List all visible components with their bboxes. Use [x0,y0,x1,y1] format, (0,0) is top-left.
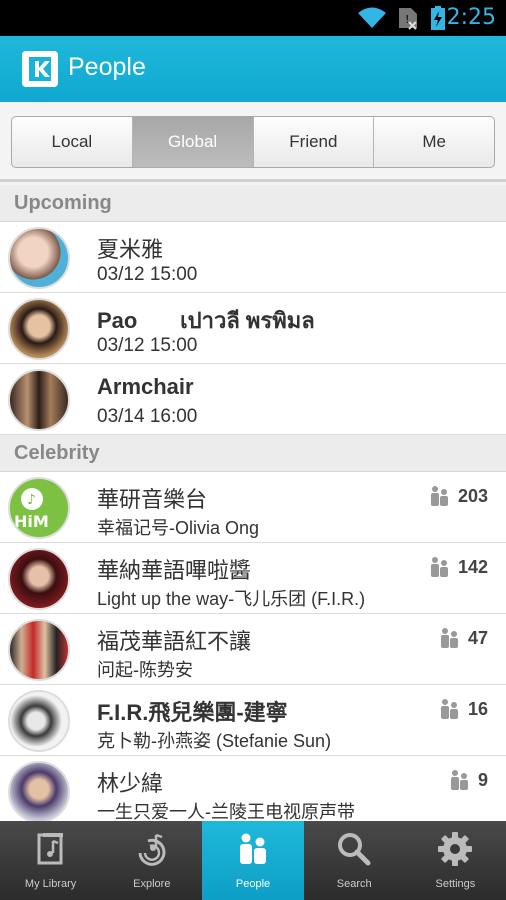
explore-icon [138,833,166,866]
section-header-upcoming: Upcoming [0,185,506,222]
event-date: 03/12 15:00 [97,335,198,356]
follower-count: 142 [428,556,488,578]
avatar: ♪ HiM [8,477,70,539]
avatar [8,761,70,821]
tab-local[interactable]: Local [12,117,133,167]
list-item[interactable]: ♪ HiM 華研音樂台 幸福记号-Olivia Ong 203 [0,472,506,543]
segmented-tabs: Local Global Friend Me [11,116,495,168]
artist-name: 華研音樂台 [97,487,208,512]
svg-text:HiM: HiM [14,512,49,531]
tab-bar-container: Local Global Friend Me [0,102,506,182]
event-date: 03/14 16:00 [97,406,198,427]
search-icon [338,833,371,866]
now-playing-song: 一生只爱一人-兰陵王电视原声带 [97,802,355,821]
list-item[interactable]: F.I.R.飛兒樂團-建寧 克卜勒-孙燕姿 (Stefanie Sun) 16 [0,685,506,756]
follower-count: 16 [438,698,488,720]
battery-charging-icon [431,6,445,30]
now-playing-song: Light up the way-飞儿乐团 (F.I.R.) [97,589,366,609]
avatar [8,690,70,752]
avatar [8,298,70,360]
bottom-nav: My Library Explore People Search Setting… [0,821,506,900]
avatar [8,227,70,289]
k-logo-icon[interactable] [22,51,58,87]
follower-count: 203 [428,485,488,507]
follower-count-value: 47 [467,627,488,648]
status-time: 2:25 [446,5,496,30]
library-icon [37,833,63,865]
follower-count: 9 [448,769,488,791]
artist-name: F.I.R.飛兒樂團-建寧 [97,700,288,725]
now-playing-song: 幸福记号-Olivia Ong [97,518,260,538]
avatar [8,369,70,431]
tab-global[interactable]: Global [132,117,254,167]
page-title: People [68,53,146,81]
svg-text:!: ! [405,13,409,26]
nav-search[interactable]: Search [304,821,405,900]
follower-count-value: 16 [467,698,488,719]
list-item[interactable]: 林少緯 一生只爱一人-兰陵王电视原声带 9 [0,756,506,821]
artist-name: 夏米雅 [97,237,164,262]
nav-label: Explore [133,878,171,890]
people-icon [440,628,458,648]
status-bar: ! 2:25 [0,0,506,36]
nav-label: People [235,878,271,890]
nav-label: My Library [24,878,77,890]
artist-name: Armchair [97,374,194,399]
nav-label: Settings [435,878,476,890]
gear-icon [438,832,473,866]
list-item[interactable]: 華納華語嗶啦醬 Light up the way-飞儿乐团 (F.I.R.) 1… [0,543,506,614]
nav-label: Search [336,878,372,890]
follower-count-value: 9 [477,769,488,790]
people-icon [430,486,448,506]
people-list[interactable]: Upcoming 夏米雅 03/12 15:00 Pao เปาวลี พรพิ… [0,185,506,821]
people-icon [430,557,448,577]
tab-friend[interactable]: Friend [254,117,375,167]
follower-count-value: 203 [457,485,488,506]
follower-count: 47 [438,627,488,649]
event-date: 03/12 15:00 [97,264,198,285]
list-item[interactable]: Pao เปาวลี พรพิมล 03/12 15:00 [0,293,506,364]
svg-text:♪: ♪ [27,492,36,508]
artist-name: 華納華語嗶啦醬 [97,558,252,583]
follower-count-value: 142 [457,556,488,577]
people-icon [450,770,468,790]
people-icon [440,699,458,719]
list-item[interactable]: 夏米雅 03/12 15:00 [0,222,506,293]
nav-settings[interactable]: Settings [405,821,506,900]
tab-me[interactable]: Me [374,117,494,167]
wifi-icon [358,7,386,28]
artist-name: 林少緯 [97,771,164,796]
section-header-celebrity: Celebrity [0,435,506,472]
now-playing-song: 克卜勒-孙燕姿 (Stefanie Sun) [97,731,332,751]
people-icon [240,833,266,864]
list-item[interactable]: 福茂華語紅不讓 问起-陈势安 47 [0,614,506,685]
no-sim-icon: ! [399,8,417,30]
list-item[interactable]: Armchair 03/14 16:00 [0,364,506,435]
nav-explore[interactable]: Explore [101,821,202,900]
avatar [8,619,70,681]
artist-name: 福茂華語紅不讓 [97,629,252,654]
him-logo-icon: ♪ HiM [14,488,49,531]
artist-name: Pao เปาวลี พรพิมล [97,308,315,333]
nav-my-library[interactable]: My Library [0,821,101,900]
avatar [8,548,70,610]
now-playing-song: 问起-陈势安 [97,660,193,680]
action-bar: People [0,36,506,102]
nav-people[interactable]: People [202,821,304,900]
